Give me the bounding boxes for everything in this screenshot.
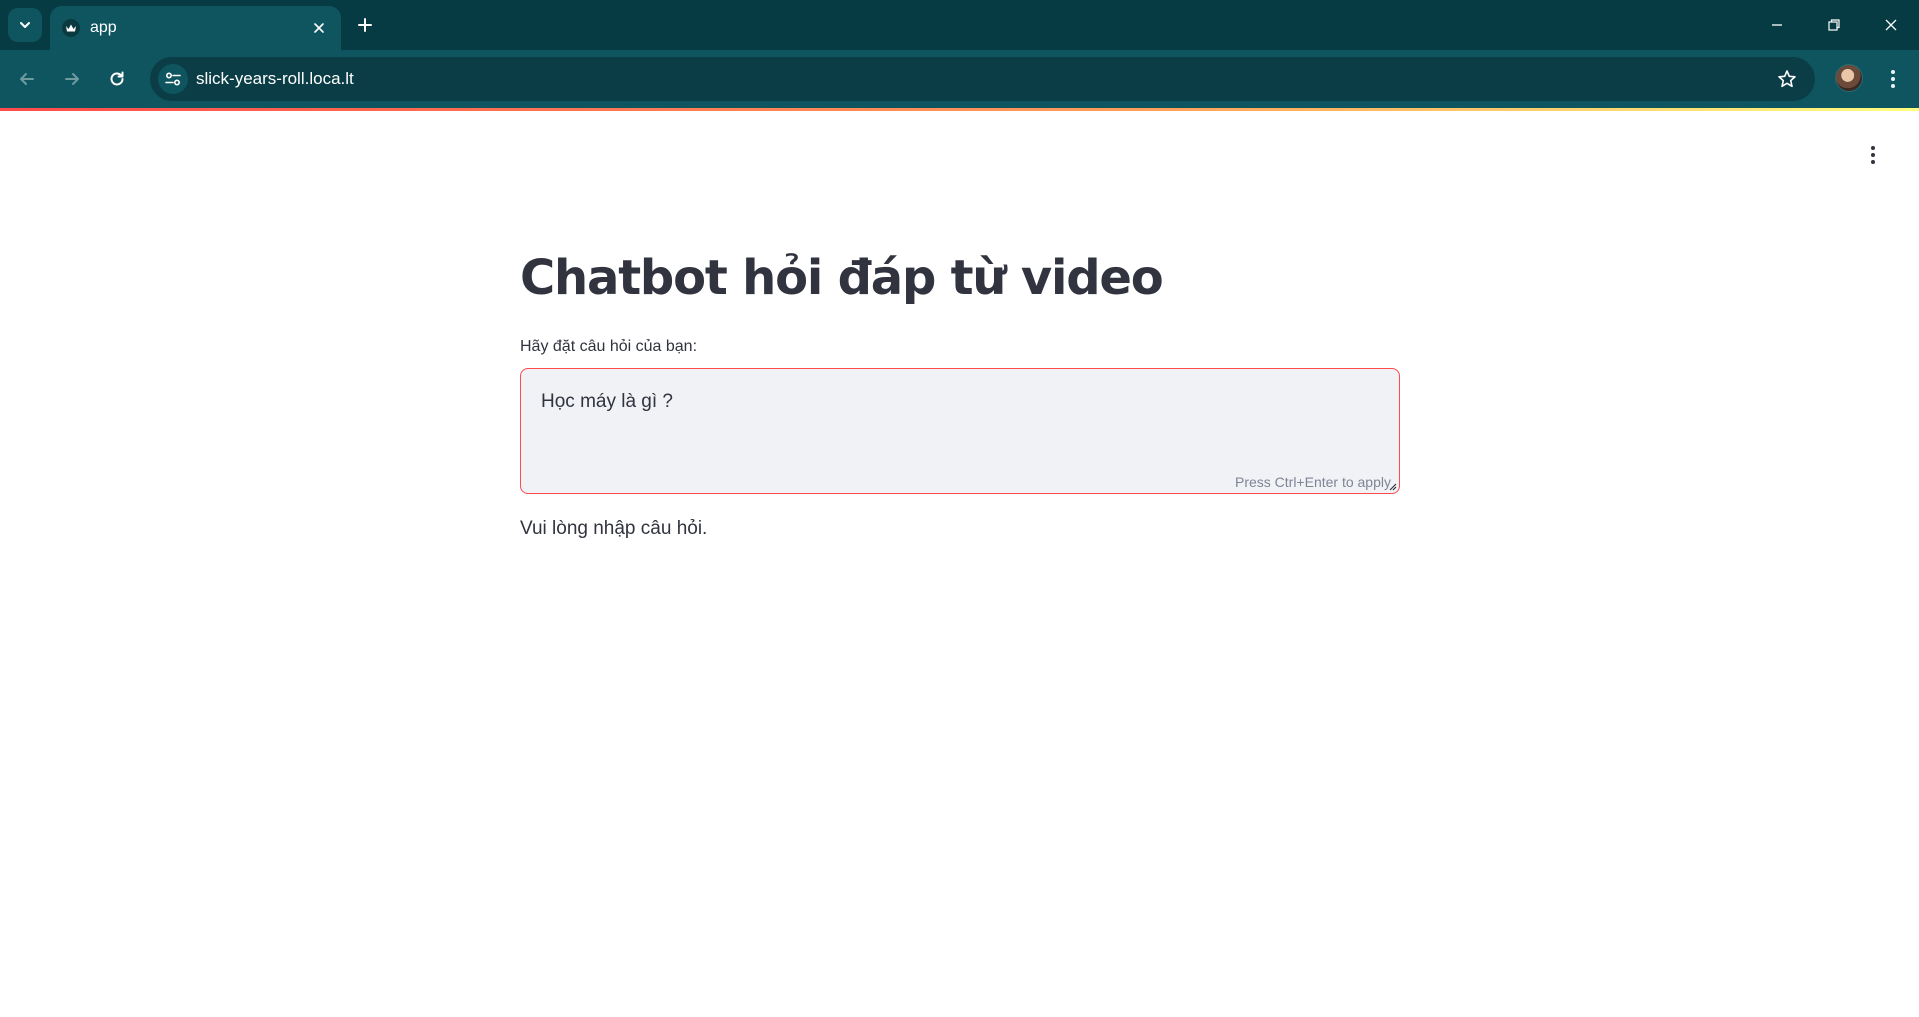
url-text[interactable]: slick-years-roll.loca.lt <box>196 69 354 89</box>
info-message: Vui lòng nhập câu hỏi. <box>520 517 708 539</box>
profile-avatar[interactable] <box>1835 64 1863 92</box>
plus-icon <box>358 18 372 32</box>
resize-handle-icon[interactable] <box>1387 481 1397 491</box>
back-button[interactable] <box>12 64 42 94</box>
decoration-bar <box>0 108 1919 111</box>
tab-close-button[interactable] <box>309 18 329 38</box>
question-input[interactable]: Học máy là gì ? <box>541 390 1361 461</box>
crown-icon <box>62 19 80 37</box>
reload-icon <box>110 71 124 86</box>
more-vert-icon[interactable] <box>1878 64 1908 94</box>
forward-button[interactable] <box>57 64 87 94</box>
close-icon <box>1885 19 1897 31</box>
bookmark-button[interactable] <box>1775 67 1799 91</box>
arrow-left-icon <box>20 73 34 85</box>
minimize-button[interactable] <box>1762 10 1792 40</box>
page-title: Chatbot hỏi đáp từ video <box>520 250 1164 306</box>
arrow-right-icon <box>65 73 79 85</box>
address-bar[interactable]: slick-years-roll.loca.lt <box>150 57 1815 101</box>
site-info-button[interactable] <box>158 64 188 94</box>
new-tab-button[interactable] <box>352 12 378 38</box>
input-hint: Press Ctrl+Enter to apply <box>1234 473 1391 490</box>
browser-toolbar: slick-years-roll.loca.lt <box>0 50 1919 108</box>
reload-button[interactable] <box>102 64 132 94</box>
question-label: Hãy đặt câu hỏi của bạn: <box>520 337 698 355</box>
tune-icon <box>165 72 181 86</box>
star-icon <box>1778 70 1796 88</box>
question-field[interactable]: Học máy là gì ? Press Ctrl+Enter to appl… <box>520 367 1400 494</box>
close-icon <box>314 23 324 33</box>
restore-icon <box>1828 19 1840 31</box>
minimize-icon <box>1772 24 1782 26</box>
chevron-down-icon <box>20 22 30 28</box>
restore-button[interactable] <box>1819 10 1849 40</box>
app-menu-button[interactable] <box>1858 140 1888 170</box>
tab-title: app <box>90 19 117 36</box>
window-close-button[interactable] <box>1876 10 1906 40</box>
tab-search-button[interactable] <box>8 8 42 42</box>
tab-strip: app <box>0 0 1919 50</box>
browser-tab[interactable]: app <box>50 6 341 50</box>
main-content: Chatbot hỏi đáp từ video Hãy đặt câu hỏi… <box>520 250 1400 540</box>
